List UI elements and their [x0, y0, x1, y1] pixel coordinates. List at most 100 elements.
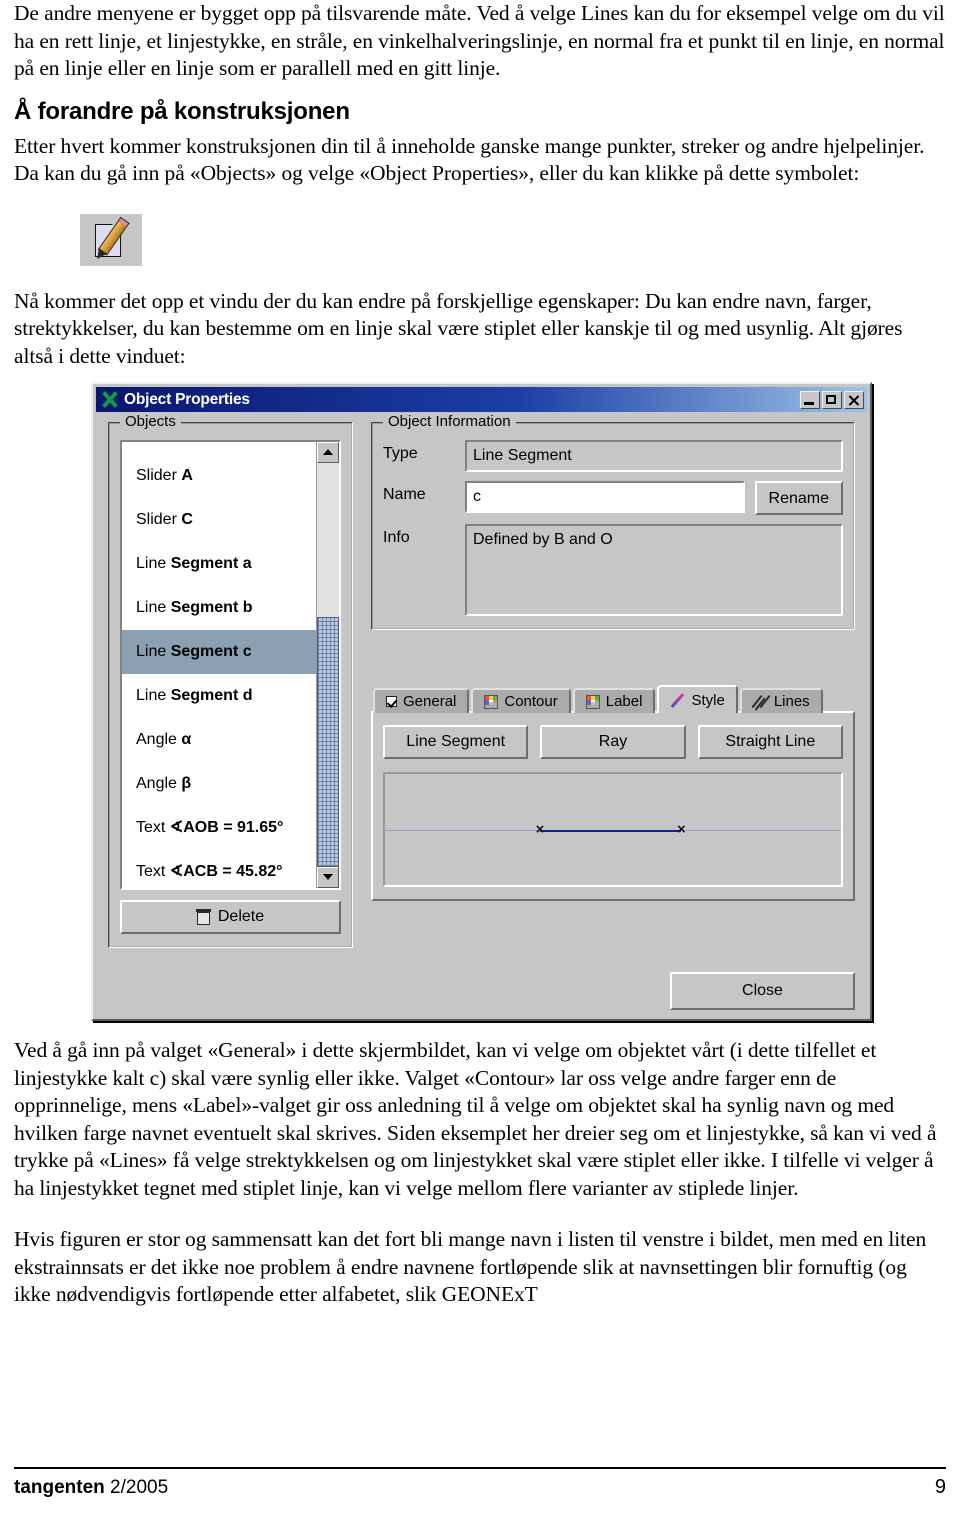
list-item[interactable]: Text ∢AOB = 91.65° — [122, 806, 316, 850]
list-item-label: β — [181, 775, 192, 792]
delete-button-label: Delete — [217, 908, 265, 925]
tab-label[interactable]: Label — [572, 688, 656, 713]
tab-contour[interactable]: Contour — [471, 688, 571, 713]
list-item-selected[interactable]: Line Segment c — [122, 630, 316, 674]
trash-icon — [195, 909, 211, 925]
tab-section: General Contour Label Style Lines Line S… — [371, 685, 855, 901]
object-properties-icon — [80, 213, 142, 266]
straight-line-button[interactable]: Straight Line — [697, 725, 843, 759]
list-item[interactable]: Angle β — [122, 762, 316, 806]
list-item-prefix: Line — [136, 555, 171, 572]
checkbox-icon — [386, 696, 397, 707]
list-item-prefix: Slider — [136, 511, 182, 528]
dialog-titlebar[interactable]: Object Properties — [96, 387, 867, 412]
minimize-icon[interactable] — [800, 390, 820, 409]
preview-endpoint-marker: × — [677, 820, 686, 838]
type-value: Line Segment — [465, 440, 843, 472]
section-heading: Å forandre på konstruksjonen — [14, 97, 350, 125]
list-item-label: Segment a — [170, 555, 252, 572]
type-label: Type — [383, 445, 418, 462]
objects-groupbox: Objects Slider A Slider C Line Segment a — [108, 413, 353, 948]
tabstrip: General Contour Label Style Lines — [373, 685, 855, 713]
paragraph-intro: De andre menyene er bygget opp på tilsva… — [14, 1, 945, 80]
paragraph-after-icon: Nå kommer det opp et vindu der du kan en… — [14, 288, 903, 368]
line-segment-button[interactable]: Line Segment — [383, 725, 529, 759]
dialog-footer: Close — [96, 960, 867, 1016]
style-preview: × × — [383, 772, 843, 887]
list-item-prefix: Line — [136, 687, 171, 704]
list-item-label: ∢ACB = 45.82° — [169, 863, 283, 880]
dialog-body: Objects Slider A Slider C Line Segment a — [96, 412, 867, 960]
objects-listbox[interactable]: Slider A Slider C Line Segment a Line Se… — [120, 440, 341, 890]
information-column: Object Information Type Line Segment Nam… — [371, 413, 855, 948]
objects-group-title: Objects — [120, 413, 181, 430]
list-item[interactable]: Line Segment a — [122, 542, 316, 586]
tab-label-label: Label — [605, 693, 643, 710]
list-item-label: Segment b — [170, 599, 253, 616]
palette-icon — [484, 694, 499, 709]
preview-segment — [540, 829, 682, 832]
list-item-prefix: Line — [136, 643, 171, 660]
name-input[interactable]: c — [465, 481, 745, 513]
list-item-prefix: Angle — [136, 731, 182, 748]
objects-column: Objects Slider A Slider C Line Segment a — [108, 413, 353, 948]
tab-general[interactable]: General — [373, 688, 470, 713]
chevron-down-icon[interactable] — [317, 867, 339, 888]
list-item-prefix: Text — [136, 819, 170, 836]
document-page: De andre menyene er bygget opp på tilsva… — [0, 0, 960, 1517]
list-item-prefix: Text — [136, 863, 170, 880]
scrollbar-track[interactable] — [317, 463, 339, 867]
page-footer: tangenten 2/2005 9 — [14, 1467, 946, 1499]
style-tab-panel: Line Segment Ray Straight Line × × — [371, 711, 855, 901]
list-item[interactable]: Line Segment d — [122, 674, 316, 718]
style-type-buttons: Line Segment Ray Straight Line — [383, 725, 843, 759]
tab-style[interactable]: Style — [657, 685, 738, 713]
tab-style-label: Style — [691, 691, 725, 709]
paragraph-after-dialog: Ved å gå inn på valget «General» i dette… — [14, 1038, 937, 1200]
list-item[interactable]: Slider C — [122, 498, 316, 542]
tab-lines[interactable]: Lines — [739, 688, 823, 713]
dialog-title: Object Properties — [124, 390, 250, 408]
objects-list-scrollbar[interactable] — [316, 442, 339, 888]
list-item-label: α — [181, 731, 192, 748]
green-x-icon — [101, 391, 118, 408]
paragraph-after-heading: Etter hvert kommer konstruksjonen din ti… — [14, 133, 925, 186]
list-item-prefix: Angle — [136, 775, 182, 792]
rename-button[interactable]: Rename — [754, 481, 843, 515]
window-controls — [800, 390, 864, 409]
list-item[interactable]: Line Segment b — [122, 586, 316, 630]
palette-icon — [585, 694, 600, 709]
chevron-up-icon[interactable] — [317, 442, 339, 463]
list-item-label: ∢AOB = 91.65° — [169, 819, 284, 836]
delete-button[interactable]: Delete — [120, 900, 341, 934]
footer-journal: tangenten 2/2005 — [14, 1477, 168, 1499]
list-item[interactable]: Slider A — [122, 454, 316, 498]
objects-list[interactable]: Slider A Slider C Line Segment a Line Se… — [122, 442, 316, 888]
pencil-eraser — [117, 216, 130, 227]
info-value: Defined by B and O — [465, 524, 843, 616]
ray-button[interactable]: Ray — [540, 725, 686, 759]
list-item[interactable]: Text ∢ACB = 45.82° — [122, 850, 316, 888]
name-label: Name — [383, 486, 426, 503]
object-information-fields: Type Line Segment Name c Rename Info Def… — [383, 440, 843, 616]
list-item[interactable]: Angle α — [122, 718, 316, 762]
list-item-prefix: Line — [136, 599, 171, 616]
footer-issue: 2/2005 — [104, 1477, 169, 1498]
diagonal-lines-icon — [753, 694, 768, 709]
page-number: 9 — [934, 1476, 946, 1498]
tab-general-label: General — [403, 693, 457, 710]
tab-contour-label: Contour — [504, 693, 558, 710]
list-item-prefix: Slider — [136, 467, 182, 484]
object-information-group-title: Object Information — [383, 413, 516, 430]
maximize-icon[interactable] — [822, 390, 842, 409]
close-button[interactable]: Close — [670, 972, 855, 1010]
scrollbar-thumb[interactable] — [317, 616, 339, 867]
list-item-label: C — [181, 511, 193, 528]
info-label: Info — [383, 529, 410, 546]
footer-journal-name: tangenten — [14, 1477, 105, 1498]
object-information-groupbox: Object Information Type Line Segment Nam… — [371, 413, 855, 630]
list-item-label: A — [181, 467, 193, 484]
close-icon[interactable] — [844, 390, 864, 409]
object-properties-icon-figure — [80, 213, 946, 266]
paragraph-final: Hvis figuren er stor og sammensatt kan d… — [14, 1227, 927, 1306]
